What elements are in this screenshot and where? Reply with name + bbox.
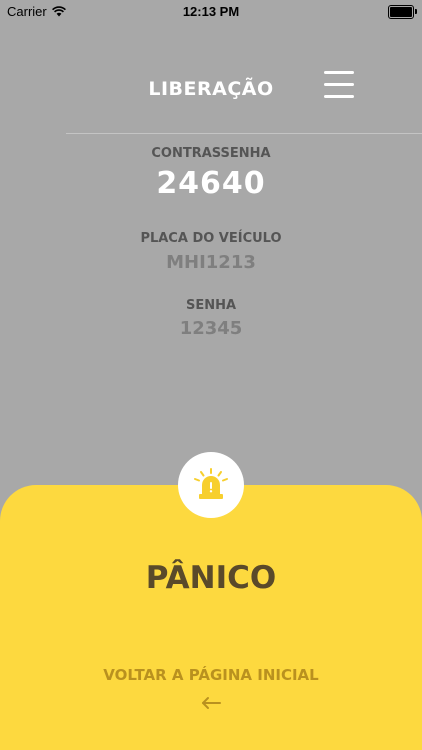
- contrassenha-label: CONTRASSENHA: [151, 146, 271, 161]
- menu-line-top: [324, 71, 354, 74]
- status-bar: Carrier 12:13 PM: [0, 0, 422, 22]
- placa-value: MHI1213: [166, 252, 256, 273]
- arrow-left-icon[interactable]: [196, 692, 226, 714]
- menu-line-bottom: [324, 95, 354, 98]
- contrassenha-value: 24640: [156, 166, 266, 201]
- menu-line-middle: [324, 83, 354, 86]
- panic-alarm-button[interactable]: [178, 452, 244, 518]
- battery-level: [390, 7, 412, 17]
- header-divider: [66, 133, 422, 134]
- battery-tip: [415, 9, 417, 14]
- page-title: LIBERAÇÃO: [148, 78, 274, 100]
- senha-label: SENHA: [185, 298, 237, 313]
- hamburger-menu-icon[interactable]: [320, 68, 358, 102]
- battery-icon: [388, 5, 417, 19]
- status-time: 12:13 PM: [182, 4, 240, 19]
- back-to-home-link[interactable]: VOLTAR A PÁGINA INICIAL: [0, 666, 422, 684]
- placa-label: PLACA DO VEÍCULO: [140, 231, 282, 246]
- panic-button[interactable]: PÂNICO: [0, 560, 422, 596]
- senha-value: 12345: [179, 318, 243, 339]
- siren-alarm-icon: [194, 468, 228, 499]
